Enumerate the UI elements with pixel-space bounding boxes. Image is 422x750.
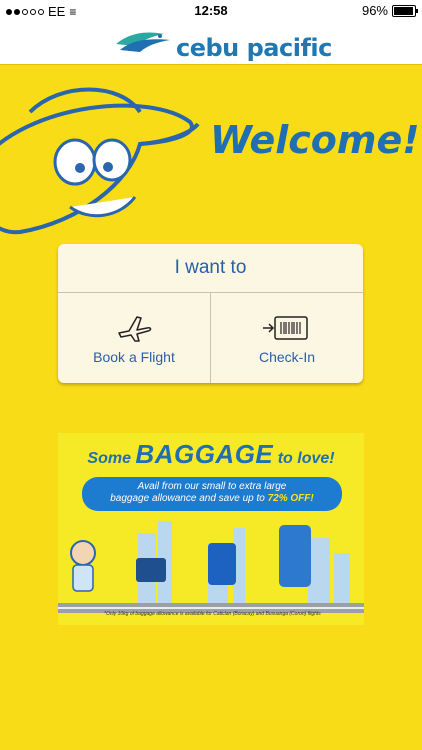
brand-name: cebu pacific [176,34,332,62]
action-menu-card: I want to Book a Flight Check-In [58,244,363,383]
status-bar: EE ≡ 12:58 96% [0,0,422,22]
promo-offer-text: Avail from our small to extra large bagg… [82,477,342,511]
airplane-mascot-illustration [0,87,200,235]
brand-logo: cebu pacific [114,24,332,62]
battery-icon [392,4,418,17]
promo-footnote: *Only 10kg of baggage allowance is avail… [104,611,321,617]
battery-percent: 96% [361,3,388,18]
menu-title: I want to [58,244,363,293]
promo-discount: 72% OFF! [267,493,314,504]
book-flight-button[interactable]: Book a Flight [58,293,210,383]
baggage-promo-banner[interactable]: Some BAGGAGE to love! Avail from our sma… [58,433,364,625]
promo-heading: Some BAGGAGE to love! [87,439,335,469]
promo-heading-highlight: BAGGAGE [135,439,274,469]
check-in-button[interactable]: Check-In [210,293,363,383]
cebu-pacific-bird-icon [116,32,170,52]
status-time: 12:58 [194,3,228,18]
city-skyline-illustration [58,521,364,613]
airplane-icon [118,316,152,342]
app-header: cebu pacific [0,22,422,65]
check-in-label: Check-In [258,349,316,365]
book-flight-label: Book a Flight [93,349,175,365]
welcome-heading: Welcome! [210,118,420,162]
boarding-pass-icon [263,316,308,340]
